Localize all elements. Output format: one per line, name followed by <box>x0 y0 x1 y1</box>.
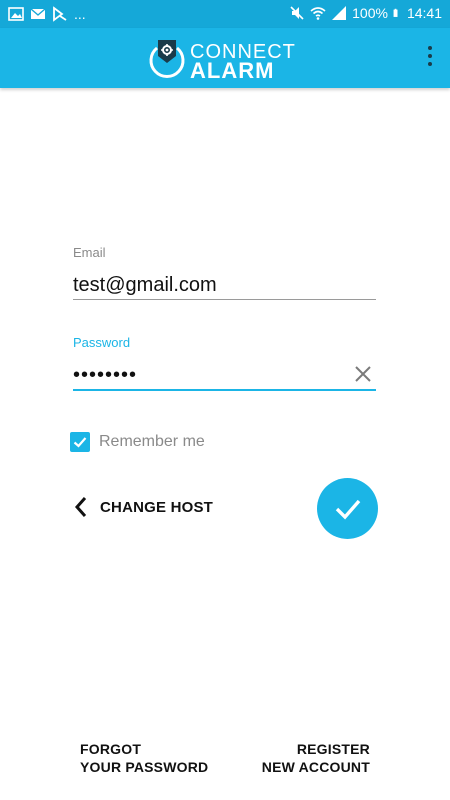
register-line1: REGISTER <box>296 741 370 757</box>
forgot-line2: YOUR PASSWORD <box>80 759 209 775</box>
system-status: 100% 14:41 <box>289 4 442 22</box>
chevron-left-icon <box>74 497 87 517</box>
remember-me-label: Remember me <box>99 433 205 450</box>
app-bar: CONNECT ALARM <box>0 28 450 88</box>
clock: 14:41 <box>406 5 442 21</box>
mail-icon <box>30 8 46 19</box>
remember-me-checkbox[interactable]: Remember me <box>70 432 205 452</box>
mute-icon <box>290 6 304 20</box>
flag-icon <box>53 6 67 22</box>
forgot-password-link[interactable]: FORGOT YOUR PASSWORD <box>80 740 208 776</box>
email-field-group: Email <box>73 245 376 300</box>
image-icon <box>8 7 24 21</box>
app-logo: CONNECT ALARM <box>145 34 305 82</box>
logo-text-alarm: ALARM <box>190 58 275 83</box>
email-input[interactable] <box>73 271 376 299</box>
login-submit-button[interactable] <box>317 478 378 539</box>
password-label: Password <box>73 335 131 350</box>
change-host-button[interactable]: CHANGE HOST <box>74 496 213 518</box>
change-host-label: CHANGE HOST <box>100 498 214 516</box>
email-label: Email <box>73 245 106 260</box>
checkbox-checked-icon[interactable] <box>70 432 90 452</box>
clear-icon[interactable] <box>354 365 372 383</box>
wifi-icon <box>310 7 326 20</box>
password-field-group: Password <box>73 335 376 391</box>
email-underline <box>73 299 376 300</box>
battery-level: 100% <box>352 5 388 21</box>
password-underline <box>73 389 376 391</box>
check-icon <box>335 499 360 519</box>
password-input[interactable] <box>73 361 376 389</box>
notification-icons: ... <box>8 5 86 23</box>
more-vert-icon[interactable] <box>426 46 434 70</box>
battery-icon <box>393 8 398 17</box>
status-bar: ... 100% 14:41 <box>0 0 450 28</box>
forgot-line1: FORGOT <box>80 741 142 757</box>
register-line2: NEW ACCOUNT <box>261 759 370 775</box>
signal-icon <box>332 6 347 20</box>
alarm-shield-icon <box>149 40 185 78</box>
more-notifications: ... <box>74 6 86 22</box>
register-account-link[interactable]: REGISTER NEW ACCOUNT <box>262 740 370 776</box>
